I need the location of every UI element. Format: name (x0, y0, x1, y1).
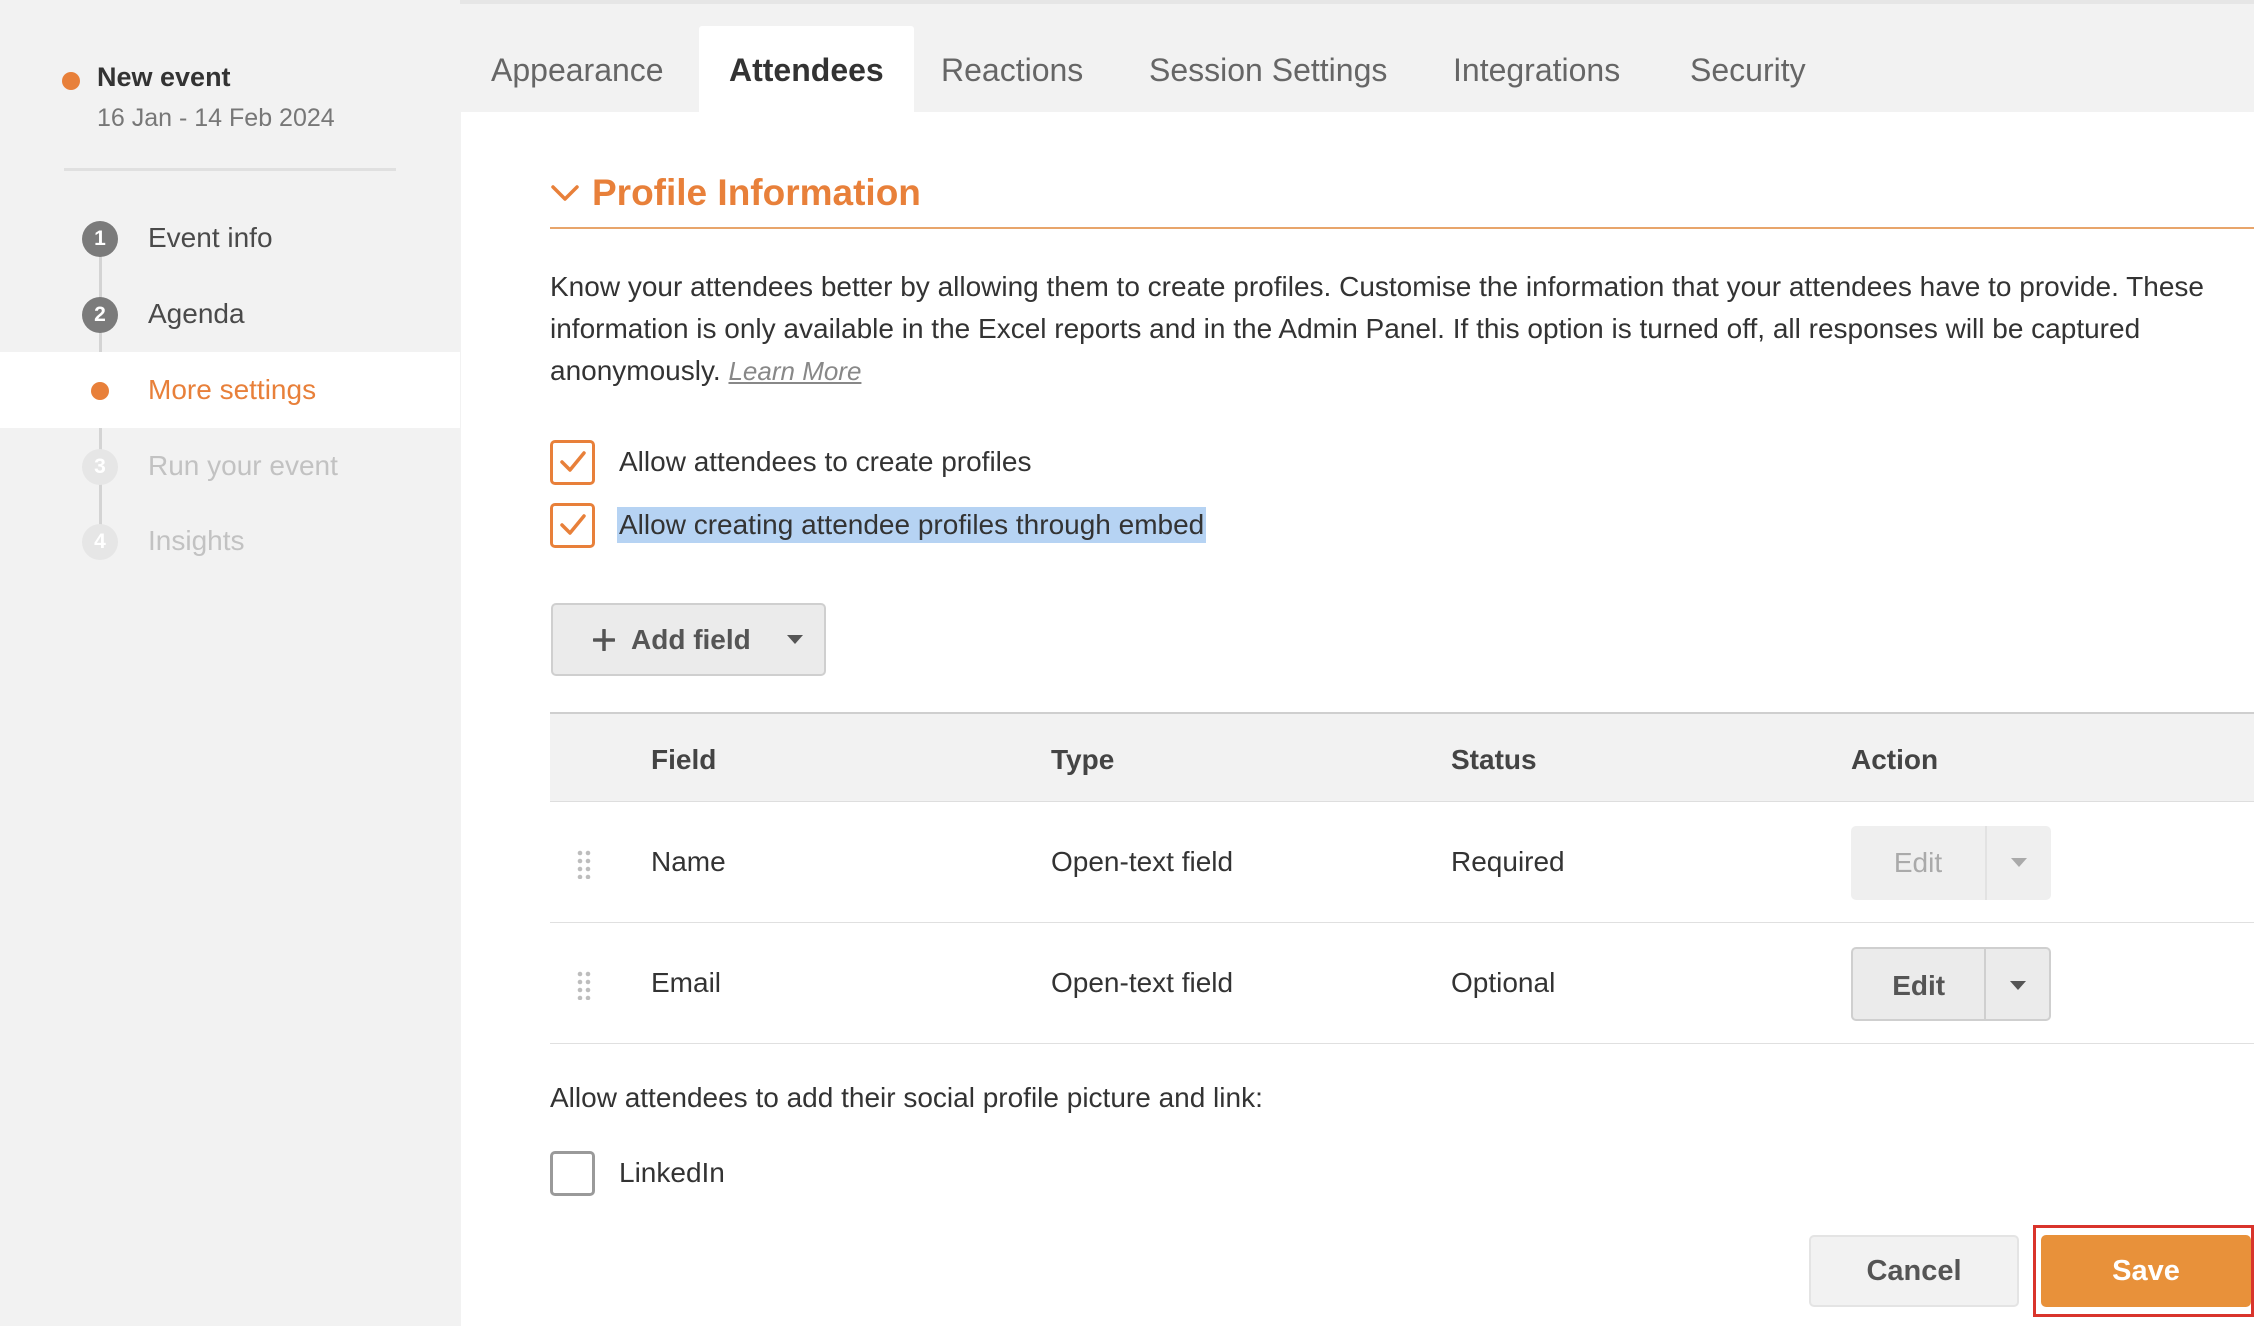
current-step-dot (91, 382, 109, 400)
edit-split-button: Edit (1851, 826, 2051, 900)
column-header-field: Field (651, 744, 717, 775)
tab-security[interactable]: Security (1690, 26, 1806, 112)
drag-handle-icon[interactable] (576, 970, 592, 1000)
cancel-button[interactable]: Cancel (1809, 1235, 2019, 1307)
event-status-dot (62, 72, 80, 90)
social-profile-prompt: Allow attendees to add their social prof… (550, 1082, 1263, 1113)
sidebar-item-agenda[interactable]: 2 Agenda (0, 276, 460, 352)
sidebar-item-label: More settings (148, 374, 317, 405)
add-field-label: Add field (631, 623, 751, 655)
section-divider (550, 227, 2254, 229)
allow-embed-option: Allow creating attendee profiles through… (550, 502, 1207, 548)
section-title: Profile Information (592, 172, 921, 213)
step-number-badge: 3 (82, 449, 118, 485)
edit-split-button: Edit (1851, 947, 2051, 1021)
step-number-badge: 1 (82, 221, 118, 257)
allow-embed-label: Allow creating attendee profiles through… (617, 507, 1207, 543)
learn-more-link[interactable]: Learn More (728, 356, 861, 386)
tab-session-settings[interactable]: Session Settings (1149, 26, 1387, 112)
event-dates: 16 Jan - 14 Feb 2024 (97, 104, 335, 132)
edit-dropdown-toggle[interactable] (1985, 826, 2051, 900)
table-row: Name Open-text field Required Edit (550, 802, 2254, 923)
sidebar-item-more-settings[interactable]: More settings (0, 352, 460, 428)
table-row: Email Open-text field Optional Edit (550, 923, 2254, 1044)
column-header-status: Status (1451, 744, 1537, 775)
tab-attendees[interactable]: Attendees (699, 26, 914, 112)
drag-handle-icon[interactable] (576, 849, 592, 879)
column-header-action: Action (1851, 744, 1939, 775)
allow-profiles-label: Allow attendees to create profiles (619, 446, 1032, 477)
edit-button[interactable]: Edit (1853, 949, 1984, 1019)
sidebar-item-label: Run your event (148, 450, 338, 481)
allow-embed-checkbox[interactable] (550, 502, 595, 548)
tab-reactions[interactable]: Reactions (941, 26, 1083, 112)
edit-button[interactable]: Edit (1851, 826, 1985, 900)
sidebar-item-insights[interactable]: 4 Insights (0, 503, 460, 579)
section-toggle[interactable]: Profile Information (550, 168, 921, 218)
caret-down-icon (2011, 858, 2027, 867)
checkmark-icon (559, 451, 586, 472)
section-description: Know your attendees better by allowing t… (550, 266, 2240, 392)
linkedin-option: LinkedIn (550, 1150, 727, 1196)
sidebar-divider (64, 168, 396, 171)
field-type: Open-text field (1051, 967, 1234, 998)
sidebar-item-run-your-event[interactable]: 3 Run your event (0, 428, 460, 504)
field-name: Name (651, 846, 726, 877)
tab-integrations[interactable]: Integrations (1453, 26, 1620, 112)
plus-icon (593, 628, 615, 651)
field-status: Required (1451, 846, 1565, 877)
sidebar-item-label: Insights (148, 525, 245, 556)
caret-down-icon (2009, 981, 2026, 990)
save-button[interactable]: Save (2041, 1235, 2251, 1307)
field-status: Optional (1451, 967, 1556, 998)
allow-profiles-option: Allow attendees to create profiles (550, 439, 1033, 485)
sidebar: New event 16 Jan - 14 Feb 2024 1 Event i… (0, 0, 460, 1326)
table-header: Field Type Status Action (550, 712, 2254, 802)
allow-profiles-checkbox[interactable] (550, 439, 595, 485)
field-type: Open-text field (1051, 846, 1234, 877)
column-header-type: Type (1051, 744, 1115, 775)
sidebar-item-label: Event info (148, 222, 273, 253)
tab-appearance[interactable]: Appearance (491, 26, 664, 112)
step-number-badge: 4 (82, 524, 118, 560)
sidebar-item-event-info[interactable]: 1 Event info (0, 200, 460, 276)
add-field-button[interactable]: Add field (551, 603, 826, 676)
field-name: Email (651, 967, 722, 998)
sidebar-item-label: Agenda (148, 298, 245, 329)
checkmark-icon (559, 514, 586, 535)
step-number-badge: 2 (82, 297, 118, 333)
edit-dropdown-toggle[interactable] (1984, 949, 2049, 1019)
chevron-down-icon (551, 185, 579, 201)
event-title: New event (97, 62, 231, 92)
linkedin-label: LinkedIn (619, 1157, 725, 1188)
linkedin-checkbox[interactable] (550, 1150, 595, 1196)
caret-down-icon (786, 634, 803, 644)
